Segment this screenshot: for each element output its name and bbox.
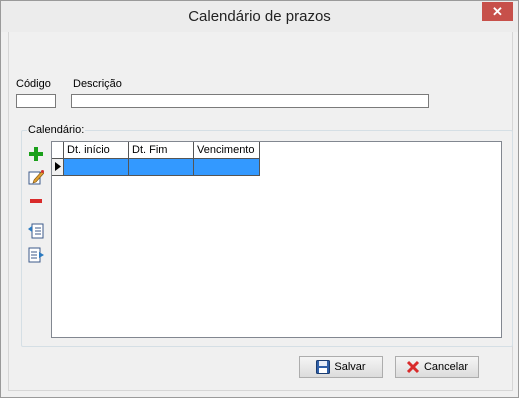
- window-title: Calendário de prazos: [188, 8, 331, 25]
- table-cell-dt-inicio[interactable]: [64, 159, 129, 176]
- close-button[interactable]: ✕: [482, 2, 513, 21]
- title-bar: Calendário de prazos ✕: [1, 1, 518, 32]
- remove-button[interactable]: [27, 193, 45, 209]
- calendario-grid[interactable]: Dt. início Dt. Fim Vencimento: [51, 141, 502, 338]
- descricao-label: Descrição: [73, 78, 122, 90]
- descricao-field[interactable]: [71, 94, 429, 108]
- save-button-label: Salvar: [334, 361, 366, 373]
- export-icon: [28, 247, 44, 263]
- codigo-field[interactable]: [16, 94, 56, 108]
- dialog-body: Código Descrição Calendário: Dt. início …: [8, 32, 513, 391]
- edit-icon: [28, 170, 44, 185]
- column-header-dt-fim[interactable]: Dt. Fim: [129, 142, 194, 159]
- cancel-button-label: Cancelar: [423, 361, 469, 373]
- column-header-vencimento[interactable]: Vencimento: [194, 142, 260, 159]
- grid-corner-header: [52, 142, 64, 159]
- remove-icon: [30, 199, 42, 203]
- floppy-disk-icon: [316, 360, 331, 374]
- dialog-window: Calendário de prazos ✕ Código Descrição …: [0, 0, 519, 398]
- calendario-group-label: Calendário:: [27, 124, 86, 136]
- export-button[interactable]: [27, 247, 45, 263]
- row-indicator[interactable]: [52, 159, 64, 176]
- import-icon: [28, 223, 44, 239]
- column-header-dt-inicio[interactable]: Dt. início: [64, 142, 129, 159]
- cancel-button[interactable]: Cancelar: [395, 356, 479, 378]
- red-x-icon: [406, 360, 420, 374]
- edit-button[interactable]: [27, 169, 45, 185]
- codigo-label: Código: [16, 78, 51, 90]
- add-icon: [29, 147, 43, 161]
- save-button[interactable]: Salvar: [299, 356, 383, 378]
- current-row-arrow-icon: [55, 162, 61, 171]
- add-button[interactable]: [27, 146, 45, 162]
- table-cell-vencimento[interactable]: [194, 159, 260, 176]
- table-cell-dt-fim[interactable]: [129, 159, 194, 176]
- import-button[interactable]: [27, 223, 45, 239]
